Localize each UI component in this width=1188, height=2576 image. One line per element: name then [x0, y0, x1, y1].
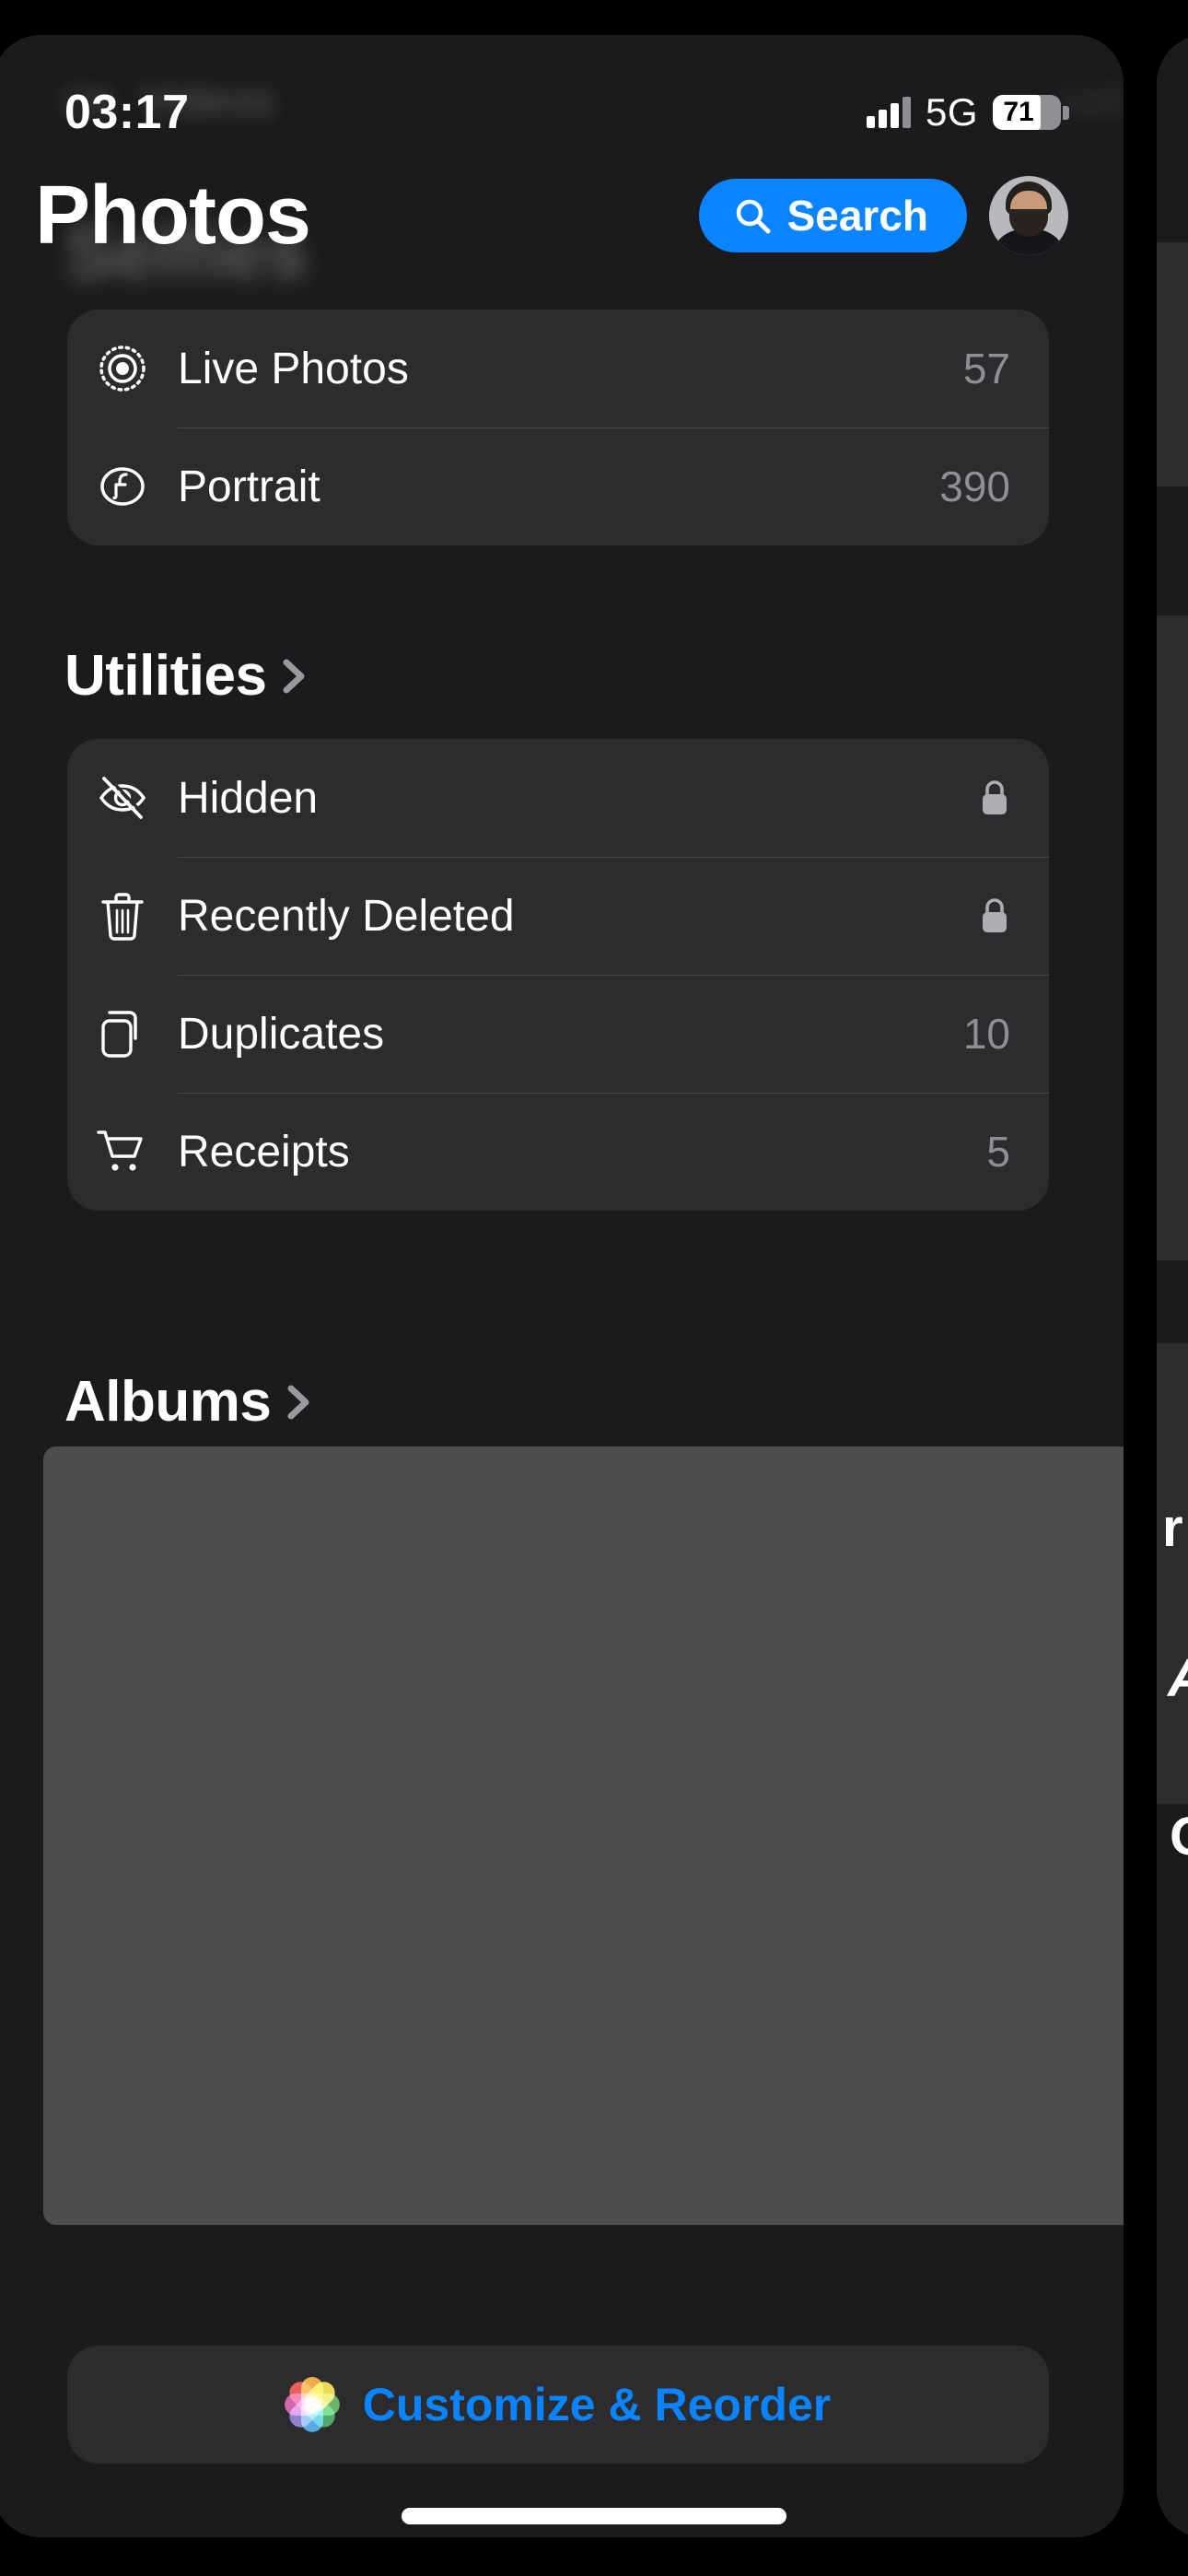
status-time: 03:17: [64, 86, 190, 139]
list-item-label: Portrait: [178, 462, 320, 511]
trash-icon: [67, 890, 178, 942]
portrait-aperture-icon: [67, 461, 178, 512]
list-item-label: Live Photos: [178, 344, 409, 393]
customize-button-label: Customize & Reorder: [362, 2379, 832, 2430]
albums-section-header[interactable]: Albums: [64, 1369, 315, 1434]
list-item-duplicates[interactable]: Duplicates 10: [67, 975, 1049, 1093]
list-item-label: Receipts: [178, 1127, 350, 1177]
section-title: Utilities: [64, 644, 267, 708]
battery-icon: 71: [993, 95, 1069, 130]
shopping-cart-icon: [67, 1127, 178, 1177]
cellular-bars-icon: [866, 97, 911, 128]
peek-fragment-1: r: [1162, 1498, 1183, 1558]
list-item-label: Recently Deleted: [178, 891, 515, 941]
list-item-receipts[interactable]: Receipts 5: [67, 1093, 1049, 1211]
list-item-recently-deleted[interactable]: Recently Deleted: [67, 857, 1049, 975]
chevron-right-icon: [287, 1385, 309, 1419]
customize-and-reorder-button[interactable]: Customize & Reorder: [67, 2346, 1049, 2464]
list-item-portrait[interactable]: Portrait 390: [67, 427, 1049, 545]
avatar[interactable]: [989, 176, 1068, 255]
search-button-label: Search: [786, 192, 928, 240]
gray-overlay-panel: [43, 1446, 1124, 2225]
list-item-count: 10: [962, 1010, 1010, 1058]
peek-fragment-2: A: [1168, 1647, 1188, 1709]
peek-card-low: [1157, 1343, 1188, 1804]
media-types-card: Live Photos 57 Portrait 390: [67, 310, 1049, 545]
list-item-live-photos[interactable]: Live Photos 57: [67, 310, 1049, 427]
list-item-count: 5: [986, 1128, 1010, 1176]
battery-level-label: 71: [1003, 97, 1034, 127]
photos-page: Videos 116 Selfies 03:17 5G 71 Photos Se…: [0, 35, 1124, 2537]
list-item-count: 57: [962, 345, 1010, 392]
peek-fragment-3: O: [1170, 1806, 1188, 1868]
list-item-count: 390: [939, 463, 1010, 510]
chevron-right-icon: [283, 659, 305, 693]
photos-flower-icon: [284, 2377, 340, 2432]
live-photo-icon: [67, 343, 178, 394]
network-type-label: 5G: [925, 90, 978, 134]
home-indicator[interactable]: [402, 2508, 786, 2524]
page-header: Photos Search: [0, 160, 1124, 271]
lock-icon: [983, 898, 1007, 932]
search-icon: [736, 199, 771, 234]
status-bar: 03:17 5G 71: [0, 35, 1124, 155]
lock-icon: [983, 780, 1007, 814]
search-button[interactable]: Search: [698, 179, 967, 252]
list-item-label: Hidden: [178, 773, 319, 823]
status-indicators: 5G 71: [866, 90, 1069, 135]
iphone-screen: r A O Videos 116 Selfies 03:17 5G: [0, 0, 1188, 2576]
eye-slash-icon: [67, 771, 178, 825]
section-title: Albums: [64, 1370, 272, 1434]
peek-card-top: [1157, 242, 1188, 486]
list-item-hidden[interactable]: Hidden: [67, 739, 1049, 857]
page-title: Photos: [35, 169, 311, 262]
list-item-label: Duplicates: [178, 1009, 385, 1059]
duplicates-icon: [67, 1008, 178, 1060]
peek-card-mid: [1157, 615, 1188, 1260]
next-page-peek[interactable]: [1157, 35, 1188, 2537]
utilities-card: Hidden Recently Deleted Duplicates 10 Re…: [67, 739, 1049, 1211]
utilities-section-header[interactable]: Utilities: [64, 643, 310, 708]
